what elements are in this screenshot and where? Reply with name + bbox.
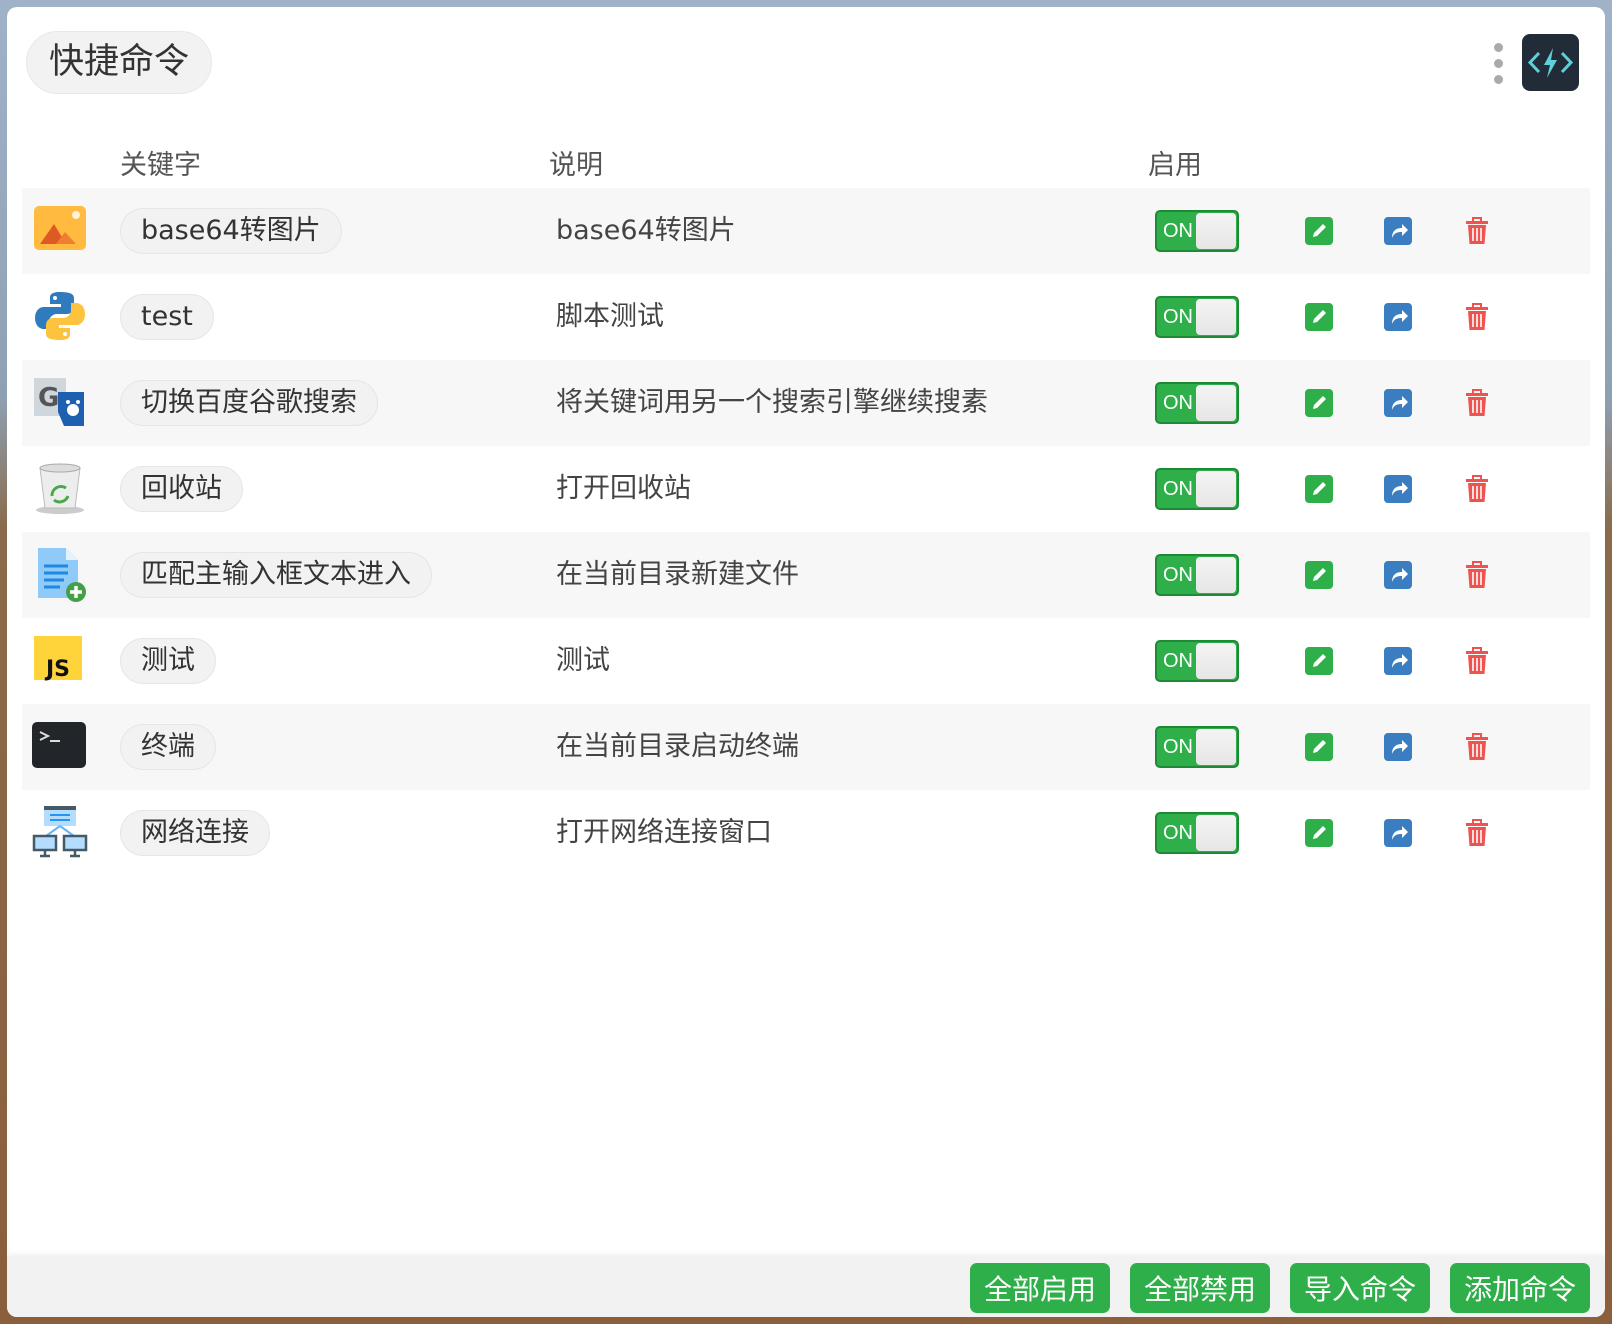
enable-toggle[interactable]: ON [1155, 726, 1239, 768]
toggle-knob [1196, 471, 1236, 507]
terminal-icon [32, 718, 88, 774]
keyword-tag[interactable]: 切换百度谷歌搜索 [120, 380, 378, 426]
edit-icon[interactable] [1305, 303, 1333, 331]
edit-icon[interactable] [1305, 647, 1333, 675]
share-icon[interactable] [1384, 733, 1412, 761]
keyword-tag[interactable]: base64转图片 [120, 208, 342, 254]
share-icon[interactable] [1384, 647, 1412, 675]
import-command-button[interactable]: 导入命令 [1290, 1263, 1430, 1313]
toggle-state-label: ON [1163, 564, 1193, 586]
share-icon[interactable] [1384, 303, 1412, 331]
share-icon[interactable] [1384, 389, 1412, 417]
share-icon[interactable] [1384, 475, 1412, 503]
enable-toggle[interactable]: ON [1155, 382, 1239, 424]
network-icon [32, 804, 88, 860]
new-file-icon [32, 546, 88, 602]
toggle-state-label: ON [1163, 736, 1193, 758]
toggle-knob [1196, 729, 1236, 765]
column-header-keyword: 关键字 [120, 150, 201, 181]
command-row: base64转图片 base64转图片 ON [22, 188, 1590, 274]
command-row: G 切换百度谷歌搜索 将关键词用另一个搜索引擎继续搜素 ON [22, 360, 1590, 446]
share-icon[interactable] [1384, 819, 1412, 847]
toggle-state-label: ON [1163, 392, 1193, 414]
edit-icon[interactable] [1305, 561, 1333, 589]
edit-icon[interactable] [1305, 733, 1333, 761]
toggle-state-label: ON [1163, 306, 1193, 328]
command-list: base64转图片 base64转图片 ON test 脚本测试 ON G 切换… [22, 188, 1590, 876]
toggle-state-label: ON [1163, 822, 1193, 844]
command-description: 测试 [556, 645, 610, 676]
command-row: 回收站 打开回收站 ON [22, 446, 1590, 532]
toggle-knob [1196, 299, 1236, 335]
recycle-bin-icon [32, 460, 88, 516]
enable-toggle[interactable]: ON [1155, 210, 1239, 252]
google-baidu-icon: G [32, 374, 88, 430]
edit-icon[interactable] [1305, 389, 1333, 417]
command-row: 网络连接 打开网络连接窗口 ON [22, 790, 1590, 876]
toggle-knob [1196, 213, 1236, 249]
command-description: 将关键词用另一个搜索引擎继续搜素 [556, 387, 988, 418]
command-row: test 脚本测试 ON [22, 274, 1590, 360]
disable-all-button[interactable]: 全部禁用 [1130, 1263, 1270, 1313]
trash-icon[interactable] [1463, 733, 1491, 761]
image-icon [32, 202, 88, 258]
trash-icon[interactable] [1463, 389, 1491, 417]
javascript-icon: JS [32, 632, 88, 688]
trash-icon[interactable] [1463, 561, 1491, 589]
keyword-tag[interactable]: test [120, 294, 214, 340]
toggle-state-label: ON [1163, 220, 1193, 242]
command-description: 打开网络连接窗口 [556, 817, 772, 848]
command-description: 在当前目录启动终端 [556, 731, 799, 762]
quick-commands-window: 快捷命令 关键字 说明 启用 base64转图片 base64转图片 ON te… [7, 7, 1605, 1317]
trash-icon[interactable] [1463, 819, 1491, 847]
keyword-tag[interactable]: 匹配主输入框文本进入 [120, 552, 432, 598]
python-icon [32, 288, 88, 344]
page-title: 快捷命令 [26, 31, 213, 94]
column-header-enabled: 启用 [1148, 150, 1202, 181]
edit-icon[interactable] [1305, 475, 1333, 503]
command-description: base64转图片 [556, 215, 736, 246]
keyword-tag[interactable]: 回收站 [120, 466, 243, 512]
share-icon[interactable] [1384, 561, 1412, 589]
enable-all-button[interactable]: 全部启用 [970, 1263, 1110, 1313]
toggle-knob [1196, 815, 1236, 851]
share-icon[interactable] [1384, 217, 1412, 245]
toggle-knob [1196, 385, 1236, 421]
keyword-tag[interactable]: 测试 [120, 638, 216, 684]
command-description: 打开回收站 [556, 473, 691, 504]
trash-icon[interactable] [1463, 475, 1491, 503]
svg-text:G: G [38, 383, 59, 413]
edit-icon[interactable] [1305, 819, 1333, 847]
enable-toggle[interactable]: ON [1155, 640, 1239, 682]
edit-icon[interactable] [1305, 217, 1333, 245]
more-menu-icon[interactable] [1491, 43, 1505, 87]
svg-text:JS: JS [44, 657, 70, 682]
enable-toggle[interactable]: ON [1155, 554, 1239, 596]
app-logo-icon[interactable] [1522, 34, 1579, 91]
command-row: JS 测试 测试 ON [22, 618, 1590, 704]
toggle-state-label: ON [1163, 478, 1193, 500]
add-command-button[interactable]: 添加命令 [1450, 1263, 1590, 1313]
footer-bar: 全部启用 全部禁用 导入命令 添加命令 [7, 1257, 1605, 1317]
enable-toggle[interactable]: ON [1155, 296, 1239, 338]
command-description: 在当前目录新建文件 [556, 559, 799, 590]
keyword-tag[interactable]: 网络连接 [120, 810, 270, 856]
toggle-knob [1196, 643, 1236, 679]
trash-icon[interactable] [1463, 303, 1491, 331]
command-description: 脚本测试 [556, 301, 664, 332]
enable-toggle[interactable]: ON [1155, 468, 1239, 510]
command-row: 终端 在当前目录启动终端 ON [22, 704, 1590, 790]
column-header-description: 说明 [549, 150, 603, 181]
trash-icon[interactable] [1463, 217, 1491, 245]
enable-toggle[interactable]: ON [1155, 812, 1239, 854]
trash-icon[interactable] [1463, 647, 1491, 675]
toggle-state-label: ON [1163, 650, 1193, 672]
keyword-tag[interactable]: 终端 [120, 724, 216, 770]
command-row: 匹配主输入框文本进入 在当前目录新建文件 ON [22, 532, 1590, 618]
toggle-knob [1196, 557, 1236, 593]
